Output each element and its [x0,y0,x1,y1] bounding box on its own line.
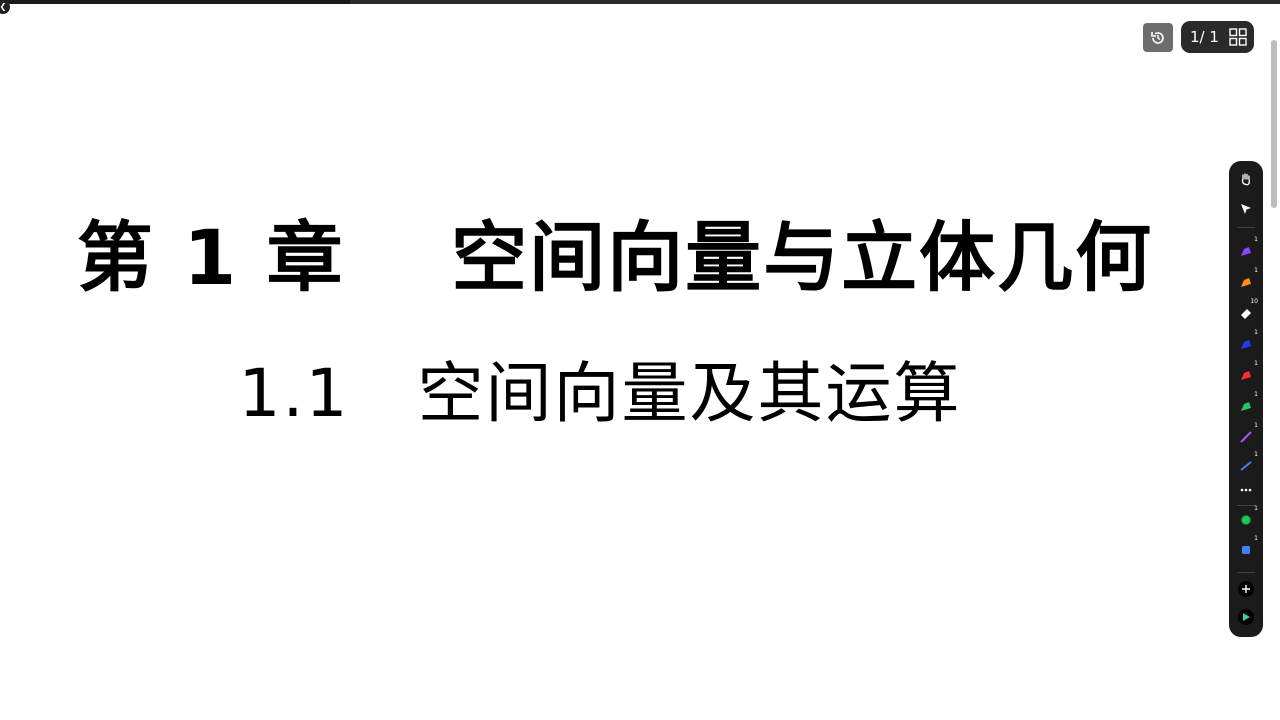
add-icon [1238,581,1254,597]
circle-shape-icon [1241,515,1251,525]
red-pen-icon [1241,371,1251,380]
tool-badge: 1 [1254,329,1258,336]
hand-icon [1241,173,1250,186]
purple-pen-button[interactable]: 1 [1234,236,1258,263]
more-icon [1240,488,1252,492]
blue-pen-button[interactable]: 1 [1234,329,1258,356]
pointer-tool-button[interactable] [1234,197,1258,221]
tool-badge: 1 [1254,451,1258,458]
tool-badge: 1 [1254,236,1258,243]
circle-shape-button[interactable]: 1 [1234,505,1258,532]
section-title: 1.1 空间向量及其运算 [238,355,962,432]
add-button[interactable] [1234,577,1258,601]
eraser-icon [1241,309,1251,319]
line-tool-button[interactable]: 1 [1234,451,1258,478]
play-icon [1238,609,1254,625]
toolbar-divider [1237,227,1255,228]
red-pen-button[interactable]: 1 [1234,360,1258,387]
play-button[interactable] [1234,605,1258,629]
reset-button[interactable] [1143,23,1173,52]
tool-badge: 1 [1254,505,1258,512]
chapter-title: 第 1 章 空间向量与立体几何 [76,213,1154,302]
orange-highlighter-icon [1241,278,1251,287]
purple-pen-icon [1241,247,1251,256]
tool-badge: 1 [1254,360,1258,367]
vertical-scrollbar[interactable] [1271,40,1277,208]
orange-highlighter-button[interactable]: 1 [1234,267,1258,294]
laser-pen-icon [1240,431,1252,443]
tool-badge: 1 [1254,267,1258,274]
slide-canvas: 第 1 章 空间向量与立体几何 1.1 空间向量及其运算 [0,0,1280,720]
annotation-toolbar: 1 1 10 1 1 1 1 1 1 1 [1229,161,1263,637]
hand-tool-button[interactable] [1234,167,1258,191]
laser-pen-button[interactable]: 1 [1234,422,1258,449]
tool-badge: 10 [1250,298,1258,305]
square-shape-icon [1242,546,1250,554]
square-shape-button[interactable]: 1 [1234,535,1258,562]
more-tools-button[interactable] [1234,478,1258,502]
toolbar-divider [1237,505,1255,506]
page-indicator-label: 1/ 1 [1190,28,1219,46]
page-indicator[interactable]: 1/ 1 [1181,21,1254,53]
tool-badge: 1 [1254,422,1258,429]
eraser-button[interactable]: 10 [1234,298,1258,325]
line-tool-icon [1240,461,1252,471]
grid-view-icon[interactable] [1229,28,1247,46]
history-icon [1151,31,1164,44]
pointer-icon [1241,204,1251,214]
toolbar-divider [1237,572,1255,573]
green-pen-icon [1241,402,1251,411]
blue-pen-icon [1241,340,1251,349]
green-pen-button[interactable]: 1 [1234,391,1258,418]
tool-badge: 1 [1254,391,1258,398]
tool-badge: 1 [1254,535,1258,542]
